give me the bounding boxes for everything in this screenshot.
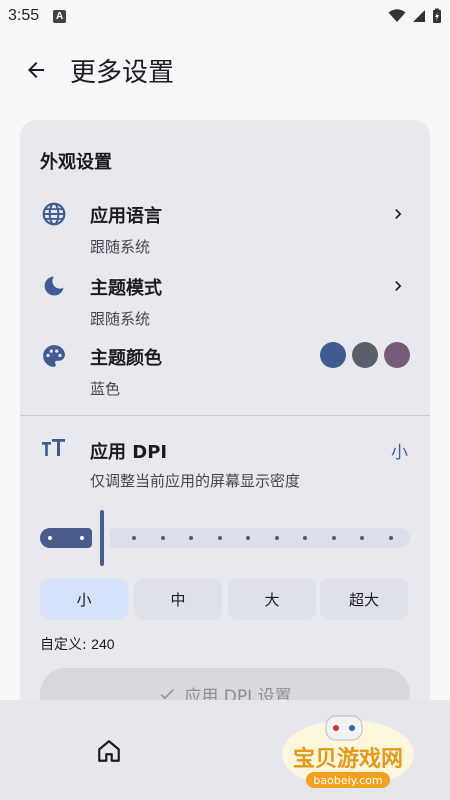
back-button[interactable] xyxy=(20,54,52,86)
color-swatch-blue[interactable] xyxy=(320,342,346,368)
setting-title: 主题颜色 xyxy=(90,348,162,369)
custom-dpi: 自定义: 240 xyxy=(40,634,115,654)
home-icon[interactable] xyxy=(96,738,122,764)
slider-tick xyxy=(274,536,279,540)
setting-value: 蓝色 xyxy=(90,380,121,398)
color-swatches xyxy=(320,342,410,368)
color-swatch-purple[interactable] xyxy=(384,342,410,368)
status-bar: 3:55 A xyxy=(0,0,450,32)
signal-icon xyxy=(413,10,425,22)
setting-value: 跟随系统 xyxy=(90,238,151,256)
globe-icon xyxy=(40,200,68,228)
slider-track-inactive xyxy=(110,528,410,548)
setting-title: 应用语言 xyxy=(90,206,162,227)
setting-title: 主题模式 xyxy=(90,278,162,299)
watermark-text: 宝贝游戏网 xyxy=(293,746,403,772)
custom-dpi-label: 自定义: xyxy=(40,637,92,653)
arrow-left-icon xyxy=(28,62,44,78)
dpi-slider[interactable] xyxy=(40,510,410,566)
slider-tick xyxy=(132,536,136,540)
dpi-option-xlarge[interactable]: 超大 xyxy=(320,578,408,620)
slider-tick xyxy=(160,536,165,540)
dpi-option-medium[interactable]: 中 xyxy=(134,578,222,620)
moon-icon xyxy=(40,272,68,300)
dpi-option-large[interactable]: 大 xyxy=(228,578,316,620)
palette-icon xyxy=(40,342,68,370)
battery-icon xyxy=(433,8,441,23)
slider-tick xyxy=(246,536,250,540)
slider-tick xyxy=(303,536,307,540)
slider-tick xyxy=(189,536,193,540)
setting-value: 跟随系统 xyxy=(90,310,151,328)
setting-theme-mode[interactable]: 主题模式 跟随系统 xyxy=(20,272,430,338)
setting-theme-color: 主题颜色 蓝色 xyxy=(20,342,430,408)
watermark-url: baobeiy.com xyxy=(313,774,382,787)
slider-thumb[interactable] xyxy=(100,510,104,566)
wifi-icon xyxy=(388,9,406,22)
slider-tick xyxy=(331,536,336,540)
custom-dpi-value: 240 xyxy=(91,636,115,652)
section-title-appearance: 外观设置 xyxy=(40,152,112,173)
slider-track-active xyxy=(40,528,92,548)
watermark-logo: 宝贝游戏网 baobeiy.com xyxy=(276,712,426,792)
text-size-icon xyxy=(40,436,68,464)
dpi-current-value: 小 xyxy=(391,443,408,463)
slider-tick xyxy=(360,536,364,540)
setting-app-language[interactable]: 应用语言 跟随系统 xyxy=(20,200,430,266)
dpi-option-small[interactable]: 小 xyxy=(40,578,128,620)
color-swatch-gray[interactable] xyxy=(352,342,378,368)
settings-card: 外观设置 应用语言 跟随系统 主题模式 跟随系统 主题颜色 蓝色 应用 DPI … xyxy=(20,120,430,740)
chevron-right-icon xyxy=(395,209,402,219)
dpi-description: 仅调整当前应用的屏幕显示密度 xyxy=(90,472,301,490)
app-bar: 更多设置 xyxy=(0,32,450,108)
chevron-right-icon xyxy=(395,281,402,291)
dpi-title: 应用 DPI xyxy=(90,442,168,463)
divider xyxy=(20,415,430,416)
page-title: 更多设置 xyxy=(70,57,175,88)
notification-icon: A xyxy=(53,9,67,23)
slider-tick xyxy=(217,536,222,540)
status-time: 3:55 xyxy=(8,7,40,24)
slider-tick xyxy=(388,536,393,540)
